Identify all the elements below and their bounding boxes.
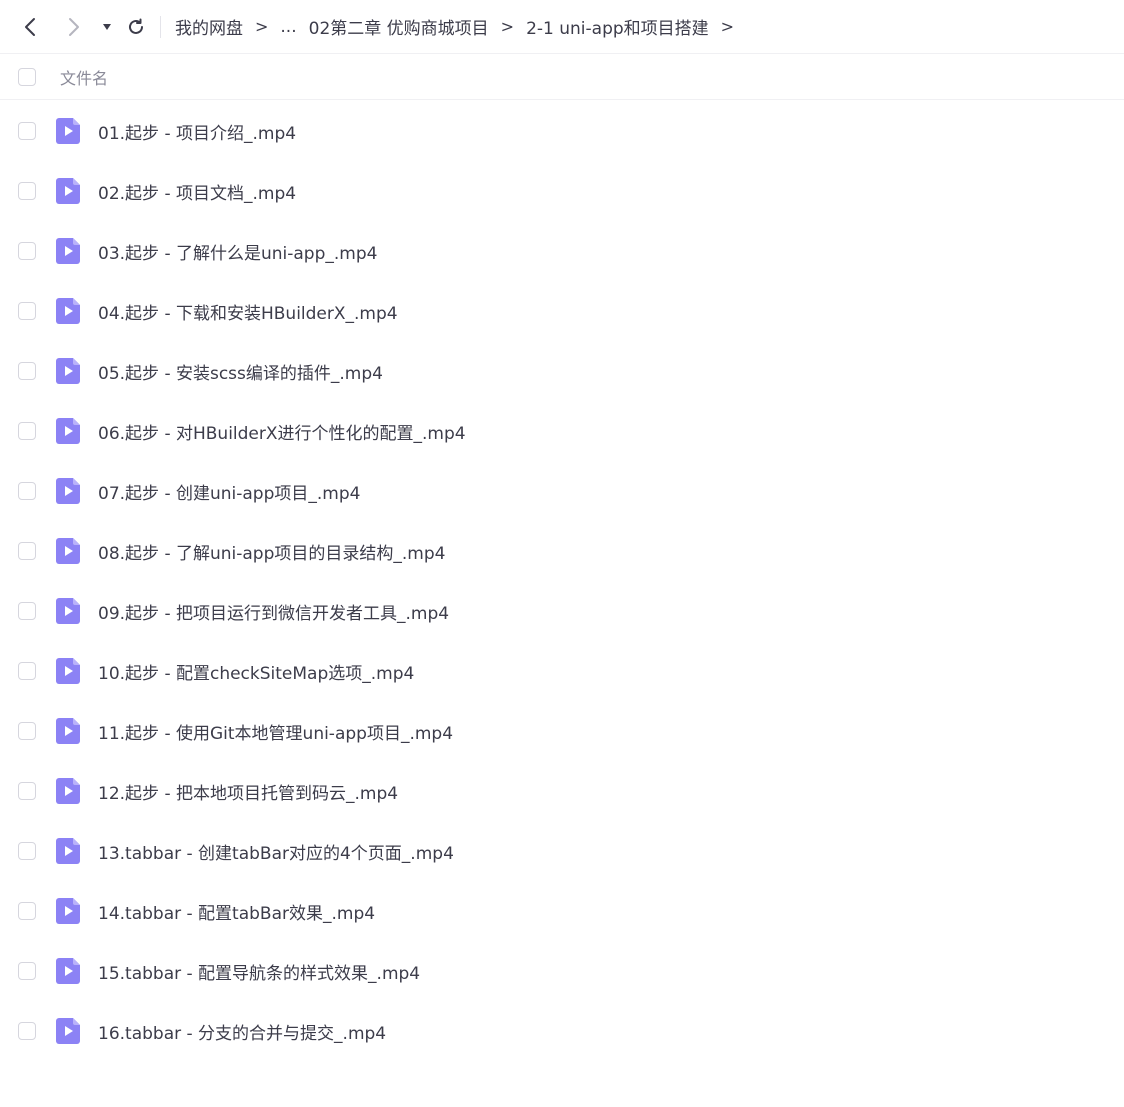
file-row[interactable]: 05.起步 - 安装scss编译的插件_.mp4 — [0, 341, 1124, 401]
chevron-right-icon — [69, 17, 79, 36]
file-checkbox[interactable] — [18, 902, 36, 920]
file-name[interactable]: 02.起步 - 项目文档_.mp4 — [98, 179, 296, 204]
file-name[interactable]: 06.起步 - 对HBuilderX进行个性化的配置_.mp4 — [98, 419, 466, 444]
breadcrumb-item-chapter[interactable]: 02第二章 优购商城项目 — [309, 14, 489, 39]
select-all-checkbox[interactable] — [18, 67, 36, 86]
file-checkbox[interactable] — [18, 782, 36, 800]
file-row[interactable]: 01.起步 - 项目介绍_.mp4 — [0, 101, 1124, 161]
file-checkbox[interactable] — [18, 422, 36, 440]
file-row[interactable]: 09.起步 - 把项目运行到微信开发者工具_.mp4 — [0, 581, 1124, 641]
video-file-icon — [56, 658, 80, 684]
breadcrumb-item-root[interactable]: 我的网盘 — [175, 14, 243, 39]
file-row[interactable]: 02.起步 - 项目文档_.mp4 — [0, 161, 1124, 221]
file-checkbox[interactable] — [18, 242, 36, 260]
video-file-icon — [56, 118, 80, 144]
file-name[interactable]: 14.tabbar - 配置tabBar效果_.mp4 — [98, 899, 375, 924]
file-checkbox[interactable] — [18, 842, 36, 860]
file-checkbox[interactable] — [18, 602, 36, 620]
file-row[interactable]: 06.起步 - 对HBuilderX进行个性化的配置_.mp4 — [0, 401, 1124, 461]
file-row[interactable]: 08.起步 - 了解uni-app项目的目录结构_.mp4 — [0, 521, 1124, 581]
breadcrumb-separator: > — [720, 17, 735, 36]
file-row[interactable]: 03.起步 - 了解什么是uni-app_.mp4 — [0, 221, 1124, 281]
toolbar: 我的网盘 > ... 02第二章 优购商城项目 > 2-1 uni-app和项目… — [0, 0, 1124, 54]
file-checkbox[interactable] — [18, 302, 36, 320]
breadcrumb-separator: > — [255, 17, 269, 36]
video-file-icon — [56, 478, 80, 504]
file-checkbox[interactable] — [18, 362, 36, 380]
file-checkbox[interactable] — [18, 1022, 36, 1040]
file-list: 01.起步 - 项目介绍_.mp4 02.起步 - 项目文档_.mp4 03.起步 … — [0, 101, 1124, 1061]
breadcrumb-item-ellipsis[interactable]: ... — [280, 17, 296, 37]
file-name[interactable]: 09.起步 - 把项目运行到微信开发者工具_.mp4 — [98, 599, 449, 624]
file-name[interactable]: 11.起步 - 使用Git本地管理uni-app项目_.mp4 — [98, 719, 453, 744]
refresh-icon — [129, 18, 143, 34]
video-file-icon — [56, 1018, 80, 1044]
file-name[interactable]: 13.tabbar - 创建tabBar对应的4个页面_.mp4 — [98, 839, 454, 864]
file-row[interactable]: 15.tabbar - 配置导航条的样式效果_.mp4 — [0, 941, 1124, 1001]
file-name[interactable]: 01.起步 - 项目介绍_.mp4 — [98, 119, 296, 144]
breadcrumb-item-current[interactable]: 2-1 uni-app和项目搭建 — [526, 14, 709, 39]
video-file-icon — [56, 238, 80, 264]
video-file-icon — [56, 778, 80, 804]
video-file-icon — [56, 838, 80, 864]
file-checkbox[interactable] — [18, 962, 36, 980]
file-row[interactable]: 04.起步 - 下载和安装HBuilderX_.mp4 — [0, 281, 1124, 341]
refresh-button[interactable] — [126, 15, 146, 39]
file-row[interactable]: 12.起步 - 把本地项目托管到码云_.mp4 — [0, 761, 1124, 821]
forward-button[interactable] — [64, 15, 84, 39]
file-name[interactable]: 08.起步 - 了解uni-app项目的目录结构_.mp4 — [98, 539, 445, 564]
column-header-name[interactable]: 文件名 — [60, 65, 108, 89]
file-checkbox[interactable] — [18, 542, 36, 560]
video-file-icon — [56, 298, 80, 324]
file-name[interactable]: 10.起步 - 配置checkSiteMap选项_.mp4 — [98, 659, 414, 684]
video-file-icon — [56, 418, 80, 444]
video-file-icon — [56, 898, 80, 924]
file-row[interactable]: 10.起步 - 配置checkSiteMap选项_.mp4 — [0, 641, 1124, 701]
file-checkbox[interactable] — [18, 662, 36, 680]
file-name[interactable]: 15.tabbar - 配置导航条的样式效果_.mp4 — [98, 959, 420, 984]
video-file-icon — [56, 718, 80, 744]
video-file-icon — [56, 598, 80, 624]
caret-down-icon — [103, 23, 111, 30]
breadcrumb-separator: > — [500, 17, 515, 36]
file-name[interactable]: 03.起步 - 了解什么是uni-app_.mp4 — [98, 239, 377, 264]
file-checkbox[interactable] — [18, 182, 36, 200]
video-file-icon — [56, 538, 80, 564]
file-checkbox[interactable] — [18, 482, 36, 500]
file-checkbox[interactable] — [18, 722, 36, 740]
file-row[interactable]: 07.起步 - 创建uni-app项目_.mp4 — [0, 461, 1124, 521]
file-name[interactable]: 04.起步 - 下载和安装HBuilderX_.mp4 — [98, 299, 398, 324]
video-file-icon — [56, 178, 80, 204]
file-row[interactable]: 11.起步 - 使用Git本地管理uni-app项目_.mp4 — [0, 701, 1124, 761]
list-header: 文件名 — [0, 54, 1124, 100]
file-row[interactable]: 13.tabbar - 创建tabBar对应的4个页面_.mp4 — [0, 821, 1124, 881]
file-name[interactable]: 07.起步 - 创建uni-app项目_.mp4 — [98, 479, 360, 504]
history-dropdown-button[interactable] — [100, 15, 114, 39]
video-file-icon — [56, 358, 80, 384]
file-name[interactable]: 12.起步 - 把本地项目托管到码云_.mp4 — [98, 779, 398, 804]
file-row[interactable]: 14.tabbar - 配置tabBar效果_.mp4 — [0, 881, 1124, 941]
file-name[interactable]: 16.tabbar - 分支的合并与提交_.mp4 — [98, 1019, 386, 1044]
video-file-icon — [56, 958, 80, 984]
toolbar-divider — [160, 15, 161, 38]
file-name[interactable]: 05.起步 - 安装scss编译的插件_.mp4 — [98, 359, 383, 384]
file-row[interactable]: 16.tabbar - 分支的合并与提交_.mp4 — [0, 1001, 1124, 1061]
file-checkbox[interactable] — [18, 122, 36, 140]
chevron-left-icon — [25, 17, 35, 36]
back-button[interactable] — [20, 15, 40, 39]
breadcrumb: 我的网盘 > ... 02第二章 优购商城项目 > 2-1 uni-app和项目… — [175, 14, 746, 40]
